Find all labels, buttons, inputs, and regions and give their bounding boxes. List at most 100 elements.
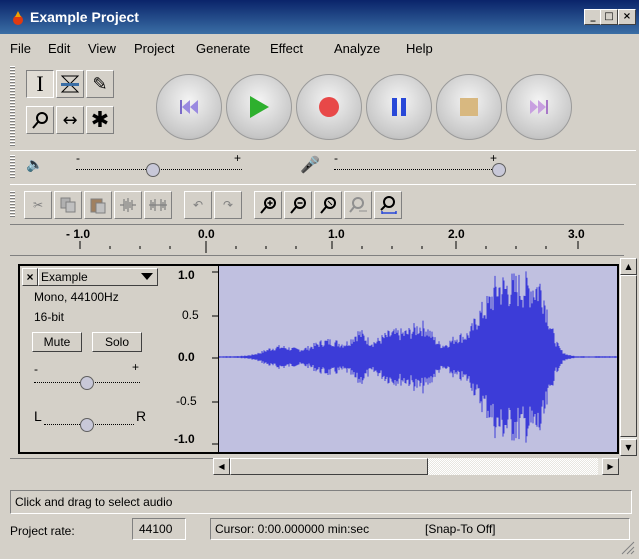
scale-label: 0.0 bbox=[178, 350, 195, 364]
waveform bbox=[218, 271, 617, 443]
solo-button[interactable]: Solo bbox=[92, 332, 142, 352]
vertical-scrollbar[interactable]: ▲ ▼ bbox=[620, 258, 637, 456]
input-volume-slider[interactable]: - + bbox=[330, 151, 520, 177]
vertical-scale: 1.0 0.5 0.0 -0.5 -1.0 bbox=[160, 264, 218, 454]
select-tool-button[interactable]: I bbox=[26, 70, 54, 98]
skip-start-button[interactable] bbox=[156, 74, 222, 140]
stop-icon bbox=[460, 98, 478, 116]
select-icon: I bbox=[36, 71, 44, 96]
track-name-menu[interactable]: Example bbox=[38, 268, 158, 286]
menu-edit[interactable]: Edit bbox=[48, 41, 70, 56]
fit-selection-icon bbox=[320, 197, 336, 214]
scale-label: -0.5 bbox=[176, 394, 197, 408]
output-volume-min: - bbox=[76, 151, 80, 165]
right-arrow-icon: ▶ bbox=[607, 462, 614, 471]
gain-slider[interactable]: - + bbox=[32, 360, 148, 390]
envelope-tool-button[interactable] bbox=[56, 70, 84, 98]
cut-icon: ✂ bbox=[32, 198, 44, 212]
scroll-left-button[interactable]: ◀ bbox=[213, 458, 230, 475]
title-bar: Example Project _ □ × bbox=[0, 0, 639, 34]
edit-grip[interactable] bbox=[10, 191, 15, 217]
fit-project-icon bbox=[349, 197, 367, 213]
horizontal-scroll-thumb[interactable] bbox=[230, 458, 428, 475]
fit-project-button[interactable] bbox=[344, 191, 372, 219]
waveform-display[interactable] bbox=[218, 264, 619, 454]
vertical-scroll-thumb[interactable] bbox=[620, 275, 637, 437]
record-icon bbox=[319, 97, 339, 117]
input-volume-thumb[interactable] bbox=[492, 163, 506, 177]
multi-tool-icon: ✱ bbox=[90, 107, 110, 133]
skip-start-icon bbox=[180, 100, 198, 114]
scale-label: 0.5 bbox=[182, 308, 199, 322]
zoom-tool-button[interactable] bbox=[26, 106, 54, 134]
resize-grip-icon[interactable] bbox=[618, 538, 636, 556]
silence-button[interactable] bbox=[144, 191, 172, 219]
output-volume-slider[interactable]: - + bbox=[72, 151, 252, 177]
scroll-right-button[interactable]: ▶ bbox=[602, 458, 619, 475]
silence-icon bbox=[149, 199, 167, 211]
undo-button[interactable]: ↶ bbox=[184, 191, 212, 219]
ruler-label: - 1.0 bbox=[66, 227, 91, 241]
zoom-in-button[interactable] bbox=[254, 191, 282, 219]
maximize-button[interactable]: □ bbox=[600, 9, 618, 25]
menu-file[interactable]: File bbox=[10, 41, 31, 56]
menu-analyze[interactable]: Analyze bbox=[334, 41, 380, 56]
multi-tool-button[interactable]: ✱ bbox=[86, 106, 114, 134]
menu-view[interactable]: View bbox=[88, 41, 116, 56]
project-rate-field[interactable]: 44100 bbox=[132, 518, 186, 540]
zoom-out-icon bbox=[290, 197, 306, 214]
close-button[interactable]: × bbox=[618, 9, 636, 25]
zoom-icon bbox=[32, 112, 48, 129]
gain-thumb[interactable] bbox=[80, 376, 94, 390]
toolbar-grip[interactable] bbox=[10, 66, 15, 146]
output-volume-thumb[interactable] bbox=[146, 163, 160, 177]
pan-slider[interactable]: L R bbox=[32, 406, 148, 434]
horizontal-scrollbar[interactable]: ◀ ▶ bbox=[213, 458, 619, 475]
play-button[interactable] bbox=[226, 74, 292, 140]
ruler-label: 0.0 bbox=[198, 227, 215, 241]
menu-generate[interactable]: Generate bbox=[196, 41, 250, 56]
pause-button[interactable] bbox=[366, 74, 432, 140]
status-hint-bar: Click and drag to select audio bbox=[10, 490, 632, 514]
ruler-ticks bbox=[79, 241, 579, 253]
copy-button[interactable] bbox=[54, 191, 82, 219]
redo-button[interactable]: ↷ bbox=[214, 191, 242, 219]
stop-button[interactable] bbox=[436, 74, 502, 140]
pan-thumb[interactable] bbox=[80, 418, 94, 432]
timeline-ruler[interactable]: - 1.0 0.0 1.0 2.0 3.0 bbox=[10, 224, 624, 256]
fit-selection-button[interactable] bbox=[314, 191, 342, 219]
scroll-down-button[interactable]: ▼ bbox=[620, 439, 637, 456]
menu-project[interactable]: Project bbox=[134, 41, 174, 56]
cursor-position: Cursor: 0:00.000000 min:sec bbox=[215, 522, 370, 536]
scroll-track[interactable] bbox=[428, 458, 598, 475]
mute-button[interactable]: Mute bbox=[32, 332, 82, 352]
down-arrow-icon: ▼ bbox=[625, 443, 632, 452]
trim-button[interactable] bbox=[114, 191, 142, 219]
menu-effect[interactable]: Effect bbox=[270, 41, 303, 56]
cut-button[interactable]: ✂ bbox=[24, 191, 52, 219]
timeshift-tool-button[interactable]: ↔ bbox=[56, 106, 84, 134]
menu-help[interactable]: Help bbox=[406, 41, 433, 56]
microphone-icon: 🎤 bbox=[300, 155, 320, 174]
scroll-up-button[interactable]: ▲ bbox=[620, 258, 637, 275]
project-rate-value: 44100 bbox=[139, 522, 173, 536]
up-arrow-icon: ▲ bbox=[625, 262, 632, 271]
play-icon bbox=[250, 96, 269, 118]
pan-right-label: R bbox=[136, 408, 147, 424]
record-button[interactable] bbox=[296, 74, 362, 140]
zoom-out-button[interactable] bbox=[284, 191, 312, 219]
skip-end-button[interactable] bbox=[506, 74, 572, 140]
paste-button[interactable] bbox=[84, 191, 112, 219]
zoom-toggle-button[interactable] bbox=[374, 191, 402, 219]
audacity-icon bbox=[13, 11, 23, 25]
mixer-toolbar: 🔈 - + 🎤 - + bbox=[10, 150, 636, 183]
speaker-icon: 🔈 bbox=[26, 157, 44, 173]
status-hint: Click and drag to select audio bbox=[15, 495, 173, 509]
gain-min: - bbox=[34, 362, 38, 376]
skip-end-icon bbox=[530, 100, 548, 114]
draw-tool-button[interactable]: ✎ bbox=[86, 70, 114, 98]
cursor-status: Cursor: 0:00.000000 min:sec [Snap-To Off… bbox=[210, 518, 630, 540]
mixer-grip[interactable] bbox=[10, 155, 15, 179]
scrollbar-spacer bbox=[10, 458, 213, 476]
track-close-button[interactable]: × bbox=[22, 268, 38, 286]
